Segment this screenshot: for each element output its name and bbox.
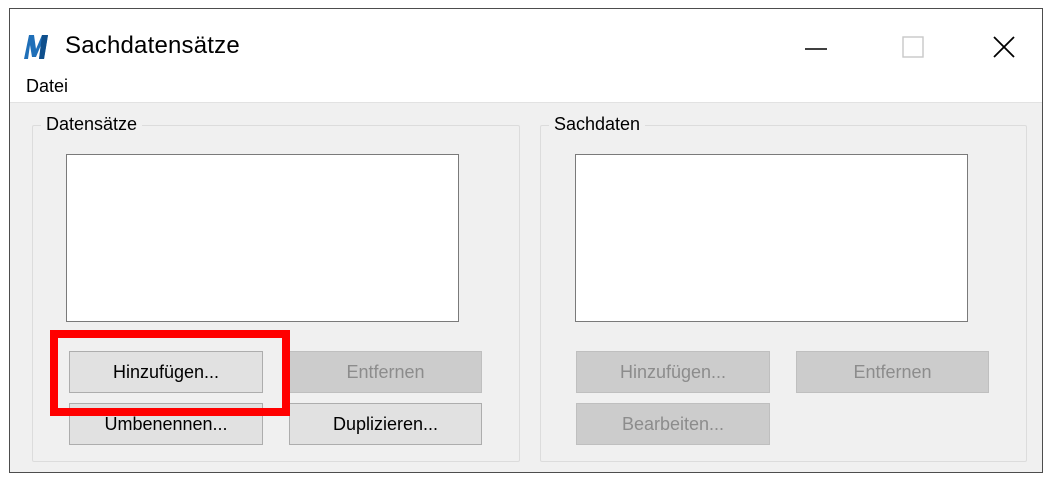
datensaetze-add-button[interactable]: Hinzufügen... xyxy=(69,351,263,393)
close-icon[interactable] xyxy=(974,19,1034,69)
dialog-window: Sachdatensätze Datei Datensätze Hinzufüg… xyxy=(9,8,1043,473)
datensaetze-listbox[interactable] xyxy=(66,154,459,322)
minimize-icon[interactable] xyxy=(785,19,845,69)
datensaetze-rename-button[interactable]: Umbenennen... xyxy=(69,403,263,445)
datensaetze-legend: Datensätze xyxy=(41,114,143,135)
sachdaten-remove-button[interactable]: Entfernen xyxy=(796,351,989,393)
sachdaten-group: Sachdaten Hinzufügen... Entfernen Bearbe… xyxy=(540,114,1027,462)
menu-item-datei[interactable]: Datei xyxy=(26,76,68,97)
datensaetze-duplicate-button[interactable]: Duplizieren... xyxy=(289,403,482,445)
title-bar[interactable]: Sachdatensätze xyxy=(10,9,1042,72)
sachdaten-add-button[interactable]: Hinzufügen... xyxy=(576,351,770,393)
datensaetze-remove-button[interactable]: Entfernen xyxy=(289,351,482,393)
microstation-logo-icon xyxy=(24,35,48,59)
sachdaten-edit-button[interactable]: Bearbeiten... xyxy=(576,403,770,445)
window-title: Sachdatensätze xyxy=(65,32,240,59)
datensaetze-group: Datensätze Hinzufügen... Entfernen Umben… xyxy=(32,114,520,462)
maximize-icon[interactable] xyxy=(882,19,942,69)
menu-bar: Datei xyxy=(10,72,1042,103)
sachdaten-legend: Sachdaten xyxy=(549,114,646,135)
sachdaten-listbox[interactable] xyxy=(575,154,968,322)
menu-item-datei-label: Datei xyxy=(26,76,69,96)
